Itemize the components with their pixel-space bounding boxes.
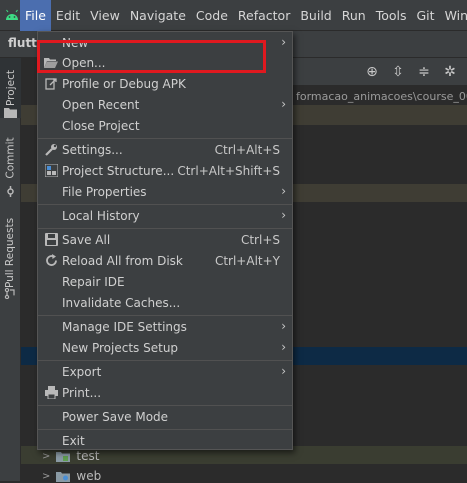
- project-name: flutt: [8, 36, 37, 50]
- android-studio-icon: [4, 0, 20, 31]
- menu-item-label: File Properties: [62, 184, 147, 199]
- chevron-right-icon: ›: [281, 364, 286, 378]
- menu-item-label: Profile or Debug APK: [62, 76, 186, 91]
- chevron-right-icon: ›: [281, 184, 286, 198]
- print-icon: [44, 386, 58, 400]
- menu-item-label: Close Project: [62, 118, 140, 133]
- chevron-right-icon: >: [42, 450, 51, 462]
- menu-item-open-recent[interactable]: Open Recent ›: [38, 94, 292, 115]
- menu-item-print[interactable]: Print...: [38, 382, 292, 403]
- menu-item-reload-all[interactable]: Reload All from Disk Ctrl+Alt+Y: [38, 250, 292, 271]
- menu-item-shortcut: Ctrl+S: [240, 232, 280, 247]
- project-structure-icon: [44, 164, 58, 178]
- menu-item-save-all[interactable]: Save All Ctrl+S: [38, 229, 292, 250]
- tab-project-label: Project: [4, 70, 17, 106]
- project-toolbar: ⊕ ⇳ ≑ ✲: [292, 58, 467, 85]
- menu-item-label: Save All: [62, 232, 111, 247]
- collapse-all-icon[interactable]: ≑: [416, 64, 432, 80]
- tab-pull-requests-label: Pull Requests: [4, 217, 17, 289]
- menu-item-label: Reload All from Disk: [62, 253, 183, 268]
- chevron-right-icon: ›: [281, 319, 286, 333]
- menu-code[interactable]: Code: [191, 0, 233, 31]
- commit-icon: [7, 186, 14, 197]
- menu-item-label: Repair IDE: [62, 274, 125, 289]
- folder-icon: [56, 451, 71, 462]
- menu-item-label: New Projects Setup: [62, 340, 179, 355]
- menu-item-shortcut: Ctrl+Alt+S: [214, 142, 280, 157]
- gear-icon[interactable]: ✲: [442, 64, 458, 80]
- menu-item-file-properties[interactable]: File Properties ›: [38, 181, 292, 202]
- tree-item-test[interactable]: > test: [21, 449, 99, 463]
- red-highlight-box: [37, 40, 266, 73]
- menu-tools[interactable]: Tools: [371, 0, 412, 31]
- menu-item-label: Open Recent: [62, 97, 140, 112]
- menu-item-local-history[interactable]: Local History ›: [38, 205, 292, 226]
- left-tool-strip: Project Commit Pull Requests: [0, 58, 21, 481]
- menu-item-close-project[interactable]: Close Project: [38, 115, 292, 136]
- menu-item-project-structure[interactable]: Project Structure... Ctrl+Alt+Shift+S: [38, 160, 292, 181]
- menu-item-label: Settings...: [62, 142, 123, 157]
- menu-item-label: Project Structure...: [62, 163, 175, 178]
- menu-item-manage-ide-settings[interactable]: Manage IDE Settings ›: [38, 316, 292, 337]
- file-menu-dropdown: New › Open... Profile or Debug APK Open …: [37, 31, 293, 450]
- folder-icon: [56, 471, 71, 482]
- pull-request-icon: [4, 288, 15, 299]
- menu-item-profile-debug-apk[interactable]: Profile or Debug APK: [38, 73, 292, 94]
- menu-navigate[interactable]: Navigate: [125, 0, 191, 31]
- chevron-right-icon: >: [42, 470, 51, 482]
- menu-item-label: Print...: [62, 385, 102, 400]
- menu-item-export[interactable]: Export ›: [38, 361, 292, 382]
- locate-icon[interactable]: ⊕: [364, 64, 380, 80]
- chevron-right-icon: ›: [281, 97, 286, 111]
- menu-file[interactable]: File: [20, 0, 51, 31]
- menu-build[interactable]: Build: [295, 0, 336, 31]
- menu-window[interactable]: Wind: [440, 0, 467, 31]
- menu-edit[interactable]: Edit: [51, 0, 85, 31]
- menu-item-exit[interactable]: Exit: [38, 430, 292, 451]
- project-path: formacao_animacoes\course_001: [296, 90, 467, 103]
- menu-item-repair-ide[interactable]: Repair IDE: [38, 271, 292, 292]
- menu-item-label: Export: [62, 364, 102, 379]
- menu-item-shortcut: Ctrl+Alt+Shift+S: [177, 163, 280, 178]
- wrench-icon: [44, 143, 58, 157]
- menu-item-label: Manage IDE Settings: [62, 319, 187, 334]
- expand-all-icon[interactable]: ⇳: [390, 64, 406, 80]
- menu-item-label: Invalidate Caches...: [62, 295, 181, 310]
- menu-item-settings[interactable]: Settings... Ctrl+Alt+S: [38, 139, 292, 160]
- chevron-right-icon: ›: [281, 208, 286, 222]
- reload-icon: [44, 254, 58, 268]
- chevron-right-icon: ›: [281, 35, 286, 49]
- tab-commit[interactable]: Commit: [0, 128, 21, 188]
- menu-item-label: Local History: [62, 208, 140, 223]
- menu-item-new-projects-setup[interactable]: New Projects Setup ›: [38, 337, 292, 358]
- menu-item-shortcut: Ctrl+Alt+Y: [214, 253, 280, 268]
- tab-commit-label: Commit: [4, 137, 17, 179]
- menu-refactor[interactable]: Refactor: [233, 0, 295, 31]
- save-icon: [44, 233, 58, 247]
- chevron-right-icon: ›: [281, 340, 286, 354]
- menu-item-invalidate-caches[interactable]: Invalidate Caches...: [38, 292, 292, 313]
- menu-item-label: Exit: [62, 433, 85, 448]
- menu-bar: File Edit View Navigate Code Refactor Bu…: [0, 0, 467, 31]
- menu-item-label: Power Save Mode: [62, 409, 169, 424]
- apk-debug-icon: [44, 77, 58, 91]
- tree-item-label: test: [76, 449, 100, 463]
- folder-icon: [4, 108, 17, 118]
- menu-git[interactable]: Git: [412, 0, 440, 31]
- menu-item-power-save-mode[interactable]: Power Save Mode: [38, 406, 292, 427]
- tab-pull-requests[interactable]: Pull Requests: [0, 208, 21, 298]
- menu-view[interactable]: View: [85, 0, 125, 31]
- menu-run[interactable]: Run: [337, 0, 371, 31]
